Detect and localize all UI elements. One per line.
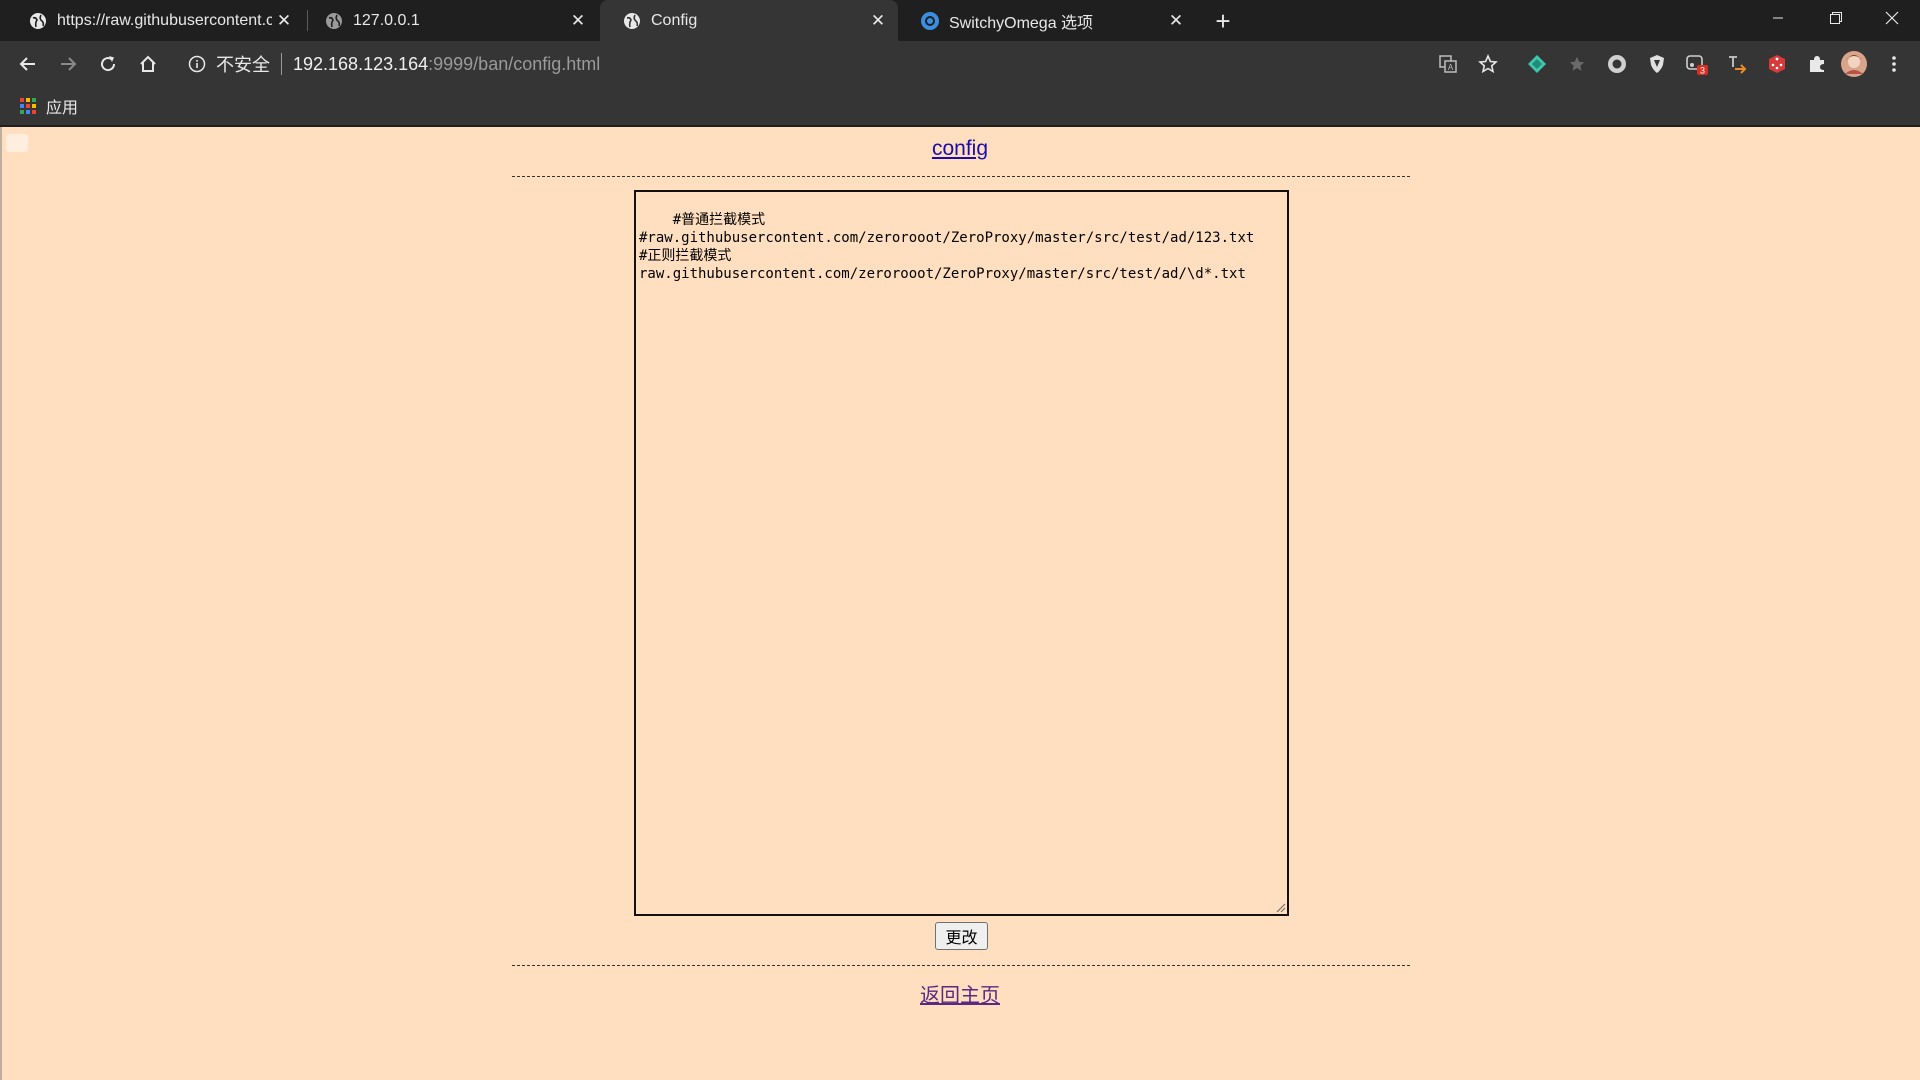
- home-icon: [140, 55, 156, 72]
- translate-icon: A: [1439, 55, 1457, 73]
- forward-arrow-icon: [61, 57, 77, 71]
- translate-button[interactable]: A: [1432, 48, 1464, 80]
- restore-button[interactable]: [1808, 0, 1864, 36]
- resize-grip-icon[interactable]: [1274, 901, 1286, 913]
- browser-menu-button[interactable]: [1880, 48, 1908, 80]
- shield-extension-icon[interactable]: [1645, 52, 1669, 76]
- badge-extension-icon[interactable]: 3: [1685, 52, 1709, 76]
- star-icon: [1478, 54, 1498, 74]
- bookmarks-bar: 应用: [0, 86, 1920, 126]
- tab-title: Config: [651, 11, 698, 29]
- url-path: :9999/ban/config.html: [428, 53, 601, 74]
- config-textarea[interactable]: #普通拦截模式 #raw.githubusercontent.com/zeror…: [634, 190, 1289, 916]
- reload-icon: [101, 56, 116, 72]
- apps-label: 应用: [46, 100, 79, 117]
- home-button[interactable]: [132, 48, 164, 80]
- back-home-link[interactable]: 返回主页: [920, 985, 1000, 1007]
- globe-icon: [28, 11, 48, 31]
- globe-icon: [324, 11, 344, 31]
- tab-raw-github[interactable]: https://raw.githubusercontent.com ✕: [6, 0, 304, 41]
- info-icon[interactable]: [186, 53, 208, 75]
- config-link[interactable]: config: [932, 137, 988, 160]
- tab-localhost[interactable]: 127.0.0.1 ✕: [302, 0, 598, 41]
- puzzle-icon[interactable]: [1805, 52, 1829, 76]
- circle-extension-icon[interactable]: [1605, 52, 1629, 76]
- page-left-edge: [0, 127, 2, 1080]
- tab-strip: https://raw.githubusercontent.com ✕ 127.…: [0, 0, 1920, 41]
- tab-switchyomega[interactable]: SwitchyOmega 选项 ✕: [898, 0, 1196, 41]
- close-tab-icon[interactable]: ✕: [1164, 9, 1188, 33]
- address-divider: [281, 53, 282, 75]
- update-button[interactable]: 更改: [935, 922, 988, 950]
- minimize-button[interactable]: [1750, 0, 1806, 36]
- close-tab-icon[interactable]: ✕: [272, 9, 296, 33]
- dice-extension-icon[interactable]: [1765, 52, 1789, 76]
- kebab-menu-icon: [1892, 56, 1896, 72]
- tab-config[interactable]: Config ✕: [600, 0, 898, 41]
- back-arrow-icon: [19, 57, 35, 71]
- svg-text:A: A: [1448, 63, 1454, 72]
- top-divider: [512, 176, 1410, 177]
- config-heading: config: [0, 137, 1920, 161]
- security-label[interactable]: 不安全: [216, 51, 270, 77]
- switchyomega-icon: [920, 11, 940, 31]
- diamond-extension-icon[interactable]: [1525, 52, 1549, 76]
- apps-grid-icon: [20, 98, 36, 114]
- close-tab-icon[interactable]: ✕: [566, 9, 590, 33]
- globe-icon: [622, 11, 642, 31]
- browser-toolbar: 不安全 192.168.123.164:9999/ban/config.html…: [0, 41, 1920, 86]
- extension-badge-count: 3: [1700, 66, 1705, 76]
- tab-title: 127.0.0.1: [353, 11, 420, 29]
- address-bar[interactable]: 不安全 192.168.123.164:9999/ban/config.html: [177, 45, 1467, 83]
- translate-extension-icon[interactable]: [1725, 52, 1749, 76]
- back-home-wrapper: 返回主页: [0, 979, 1920, 1008]
- tab-title: SwitchyOmega 选项: [949, 14, 1094, 32]
- reload-button[interactable]: [92, 48, 124, 80]
- close-tab-icon[interactable]: ✕: [866, 9, 890, 33]
- apps-shortcut[interactable]: 应用: [20, 95, 78, 117]
- tab-title: https://raw.githubusercontent.com: [57, 11, 272, 29]
- forward-button[interactable]: [52, 48, 84, 80]
- bookmark-star-button[interactable]: [1472, 48, 1504, 80]
- url-host: 192.168.123.164: [293, 53, 429, 74]
- page-content: config #普通拦截模式 #raw.githubusercontent.co…: [0, 127, 1920, 1080]
- close-window-button[interactable]: [1864, 0, 1920, 36]
- config-text: #普通拦截模式 #raw.githubusercontent.com/zeror…: [639, 212, 1255, 282]
- star-extension-icon[interactable]: [1565, 52, 1589, 76]
- profile-avatar[interactable]: [1840, 50, 1868, 78]
- back-button[interactable]: [12, 48, 44, 80]
- new-tab-button[interactable]: +: [1208, 6, 1238, 36]
- bottom-divider: [512, 965, 1410, 966]
